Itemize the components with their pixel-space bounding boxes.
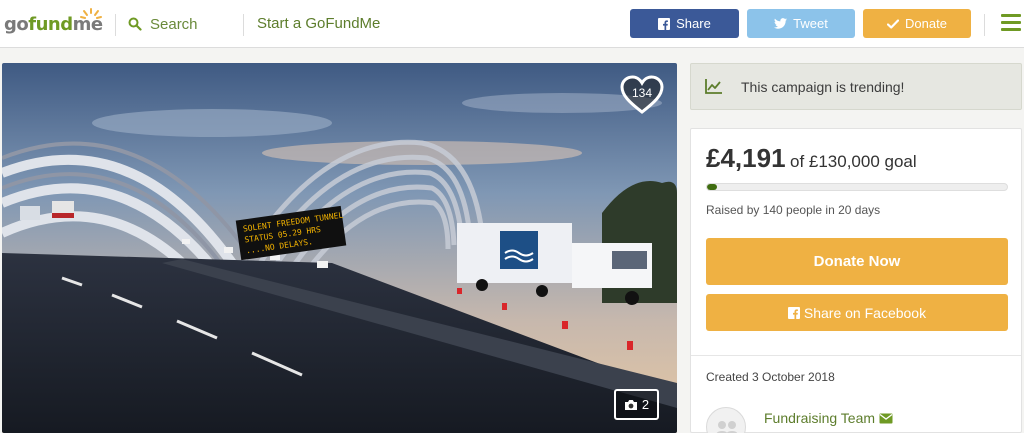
facebook-icon — [658, 17, 671, 30]
search-icon — [128, 17, 142, 31]
fundraising-team-link[interactable]: Fundraising Team — [764, 410, 893, 426]
donate-now-button[interactable]: Donate Now — [706, 238, 1008, 285]
envelope-icon[interactable] — [879, 413, 893, 424]
search-link[interactable]: Search — [128, 12, 198, 36]
photo-gallery-button[interactable]: 2 — [614, 389, 659, 420]
photo-count: 2 — [641, 397, 650, 412]
progress-bar — [706, 183, 1008, 191]
share-facebook-label: Share on Facebook — [803, 304, 927, 321]
created-date: Created 3 October 2018 — [706, 370, 835, 384]
donate-label: Donate — [905, 16, 947, 31]
share-facebook-button[interactable]: Share on Facebook — [706, 294, 1008, 331]
card-divider — [691, 355, 1021, 356]
gofundme-logo[interactable]: gofundme — [4, 8, 104, 40]
team-avatar[interactable] — [706, 407, 746, 433]
progress-fill — [707, 184, 717, 190]
hamburger-menu-icon[interactable] — [1001, 14, 1021, 32]
trending-banner: This campaign is trending! — [690, 63, 1022, 110]
facebook-icon — [787, 306, 800, 319]
raised-by-text: Raised by 140 people in 20 days — [706, 203, 881, 217]
tweet-button[interactable]: Tweet — [747, 9, 855, 38]
tunnel-illustration: SOLENT FREEDOM TUNNEL STATUS 05.29 HRS .… — [2, 63, 677, 433]
trending-chart-icon — [705, 79, 722, 94]
header-divider — [984, 14, 985, 36]
header-divider — [243, 14, 244, 36]
tweet-label: Tweet — [793, 16, 828, 31]
donation-card: £4,191 of £130,000 goal Raised by 140 pe… — [690, 128, 1022, 433]
search-label: Search — [150, 15, 198, 33]
campaign-hero-image[interactable]: SOLENT FREEDOM TUNNEL STATUS 05.29 HRS .… — [2, 63, 677, 433]
team-label: Fundraising Team — [764, 410, 876, 426]
share-button[interactable]: Share — [630, 9, 739, 38]
top-nav: gofundme Search Start a GoFundMe Share T… — [0, 0, 1024, 48]
camera-icon — [624, 399, 637, 410]
share-label: Share — [676, 16, 711, 31]
raised-summary: £4,191 of £130,000 goal — [706, 143, 917, 174]
twitter-icon — [774, 18, 788, 29]
logo-sun-icon — [80, 8, 102, 19]
donate-button[interactable]: Donate — [863, 9, 971, 38]
checkmark-icon — [887, 18, 900, 29]
raised-amount: £4,191 — [706, 143, 786, 173]
trending-text: This campaign is trending! — [741, 79, 905, 95]
goal-text: of £130,000 goal — [789, 152, 917, 171]
start-gofundme-link[interactable]: Start a GoFundMe — [257, 15, 380, 32]
people-icon — [716, 421, 738, 433]
heart-count: 134 — [631, 86, 653, 100]
header-divider — [115, 14, 116, 36]
